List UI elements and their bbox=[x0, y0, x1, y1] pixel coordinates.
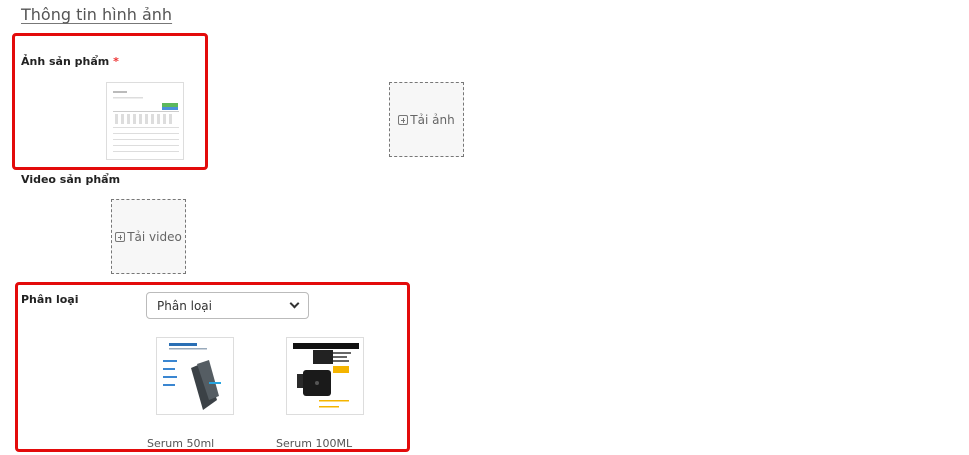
variant-label: Phân loại bbox=[21, 293, 79, 306]
upload-image-button[interactable]: Tải ảnh bbox=[389, 82, 464, 157]
variant-select-value: Phân loại bbox=[157, 298, 212, 313]
variant-select[interactable]: Phân loại bbox=[146, 292, 309, 319]
product-image-icon bbox=[287, 338, 363, 414]
variant-thumbnail-2[interactable] bbox=[286, 337, 364, 415]
upload-video-button[interactable]: Tải video bbox=[111, 199, 186, 274]
upload-video-label: Tải video bbox=[127, 229, 182, 244]
product-image-icon bbox=[107, 83, 183, 159]
upload-image-label: Tải ảnh bbox=[410, 112, 455, 127]
product-image-label-text: Ảnh sản phẩm bbox=[21, 55, 110, 68]
product-image-thumbnail[interactable] bbox=[106, 82, 184, 160]
variant-name-1: Serum 50ml bbox=[147, 437, 215, 450]
required-mark: * bbox=[113, 55, 119, 68]
chevron-down-icon bbox=[289, 298, 300, 309]
plus-icon bbox=[115, 231, 126, 242]
product-image-icon bbox=[157, 338, 233, 414]
product-video-label: Video sản phẩm bbox=[21, 173, 121, 186]
product-image-label: Ảnh sản phẩm * bbox=[21, 55, 119, 68]
section-title: Thông tin hình ảnh bbox=[21, 5, 173, 24]
variant-thumbnail-1[interactable] bbox=[156, 337, 234, 415]
plus-icon bbox=[398, 114, 409, 125]
variant-name-2: Serum 100ML bbox=[276, 437, 353, 450]
